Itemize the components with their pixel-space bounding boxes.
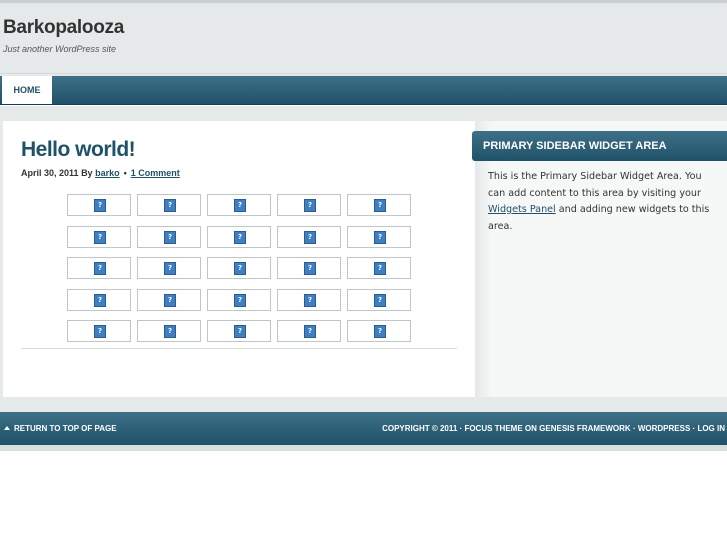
broken-image-icon: ? <box>304 262 316 275</box>
gallery-thumbnail[interactable]: ? <box>347 226 411 248</box>
broken-image-icon: ? <box>374 294 386 307</box>
gallery-thumbnail[interactable]: ? <box>277 194 341 216</box>
broken-image-icon: ? <box>374 199 386 212</box>
broken-image-icon: ? <box>94 325 106 338</box>
broken-image-icon: ? <box>234 325 246 338</box>
gallery-thumbnail[interactable]: ? <box>207 257 271 279</box>
broken-image-icon: ? <box>234 262 246 275</box>
return-to-top-label: RETURN TO TOP OF PAGE <box>14 424 117 433</box>
main-nav: HOME <box>0 76 727 105</box>
broken-image-icon: ? <box>164 199 176 212</box>
arrow-up-icon <box>4 426 10 430</box>
post-author-link[interactable]: barko <box>95 168 120 178</box>
broken-image-icon: ? <box>94 199 106 212</box>
broken-image-icon: ? <box>164 325 176 338</box>
copyright-text: COPYRIGHT © 2011 · <box>382 424 463 433</box>
footer-sep-1: · <box>632 424 636 433</box>
gallery-thumbnail[interactable]: ? <box>207 320 271 342</box>
gallery-thumbnail[interactable]: ? <box>137 226 201 248</box>
post-meta: April 30, 2011 By barko • 1 Comment <box>21 168 180 178</box>
broken-image-icon: ? <box>374 262 386 275</box>
widget-header: PRIMARY SIDEBAR WIDGET AREA <box>472 131 727 161</box>
broken-image-icon: ? <box>304 199 316 212</box>
widget-title: PRIMARY SIDEBAR WIDGET AREA <box>483 140 667 152</box>
widgets-panel-link[interactable]: Widgets Panel <box>488 204 556 215</box>
gallery-thumbnail[interactable]: ? <box>347 257 411 279</box>
footer-credits: COPYRIGHT © 2011 · FOCUS THEME ON GENESI… <box>382 424 725 433</box>
widget-text: This is the Primary Sidebar Widget Area.… <box>488 169 714 235</box>
widget-text-before: This is the Primary Sidebar Widget Area.… <box>488 171 702 199</box>
site-footer: RETURN TO TOP OF PAGE COPYRIGHT © 2011 ·… <box>0 412 727 445</box>
broken-image-icon: ? <box>234 199 246 212</box>
gallery-thumbnail[interactable]: ? <box>67 226 131 248</box>
gallery-thumbnail[interactable]: ? <box>347 320 411 342</box>
broken-image-icon: ? <box>234 231 246 244</box>
broken-image-icon: ? <box>94 231 106 244</box>
gallery-thumbnail[interactable]: ? <box>67 194 131 216</box>
gallery-thumbnail[interactable]: ? <box>137 320 201 342</box>
login-link[interactable]: LOG IN <box>697 424 725 433</box>
post-date: April 30, 2011 <box>21 168 79 178</box>
post-divider <box>21 348 457 349</box>
gallery-thumbnail[interactable]: ? <box>137 194 201 216</box>
gallery-thumbnail[interactable]: ? <box>207 226 271 248</box>
broken-image-icon: ? <box>164 262 176 275</box>
footer-gap <box>0 397 727 412</box>
gallery-thumbnail[interactable]: ? <box>277 289 341 311</box>
broken-image-icon: ? <box>94 294 106 307</box>
framework-link[interactable]: GENESIS FRAMEWORK <box>539 424 631 433</box>
broken-image-icon: ? <box>374 325 386 338</box>
broken-image-icon: ? <box>374 231 386 244</box>
gallery-thumbnail[interactable]: ? <box>207 194 271 216</box>
broken-image-icon: ? <box>304 294 316 307</box>
broken-image-icon: ? <box>304 231 316 244</box>
gallery-thumbnail[interactable]: ? <box>277 226 341 248</box>
site-header: Barkopalooza Just another WordPress site <box>0 3 727 74</box>
bottom-border <box>0 445 727 451</box>
gallery-thumbnail[interactable]: ? <box>347 194 411 216</box>
broken-image-icon: ? <box>304 325 316 338</box>
site-title[interactable]: Barkopalooza <box>3 17 124 39</box>
broken-image-icon: ? <box>234 294 246 307</box>
footer-sep-2: · <box>692 424 696 433</box>
wordpress-link[interactable]: WORDPRESS <box>638 424 690 433</box>
gallery-thumbnail[interactable]: ? <box>207 289 271 311</box>
gallery-thumbnail[interactable]: ? <box>67 289 131 311</box>
meta-separator: • <box>123 168 127 178</box>
gallery-thumbnail[interactable]: ? <box>137 289 201 311</box>
broken-image-icon: ? <box>164 294 176 307</box>
return-to-top-link[interactable]: RETURN TO TOP OF PAGE <box>4 424 117 433</box>
gallery-thumbnail[interactable]: ? <box>67 257 131 279</box>
gallery-thumbnail[interactable]: ? <box>277 320 341 342</box>
primary-sidebar <box>478 121 727 397</box>
gallery-thumbnail[interactable]: ? <box>137 257 201 279</box>
theme-link[interactable]: FOCUS THEME <box>464 424 522 433</box>
gallery-thumbnail[interactable]: ? <box>67 320 131 342</box>
post-by-label: By <box>81 168 93 178</box>
post-comments-link[interactable]: 1 Comment <box>131 168 180 178</box>
on-label: ON <box>524 424 537 433</box>
nav-item-home[interactable]: HOME <box>2 76 52 104</box>
broken-image-icon: ? <box>164 231 176 244</box>
broken-image-icon: ? <box>94 262 106 275</box>
site-description: Just another WordPress site <box>3 44 117 54</box>
gallery-thumbnail[interactable]: ? <box>277 257 341 279</box>
gallery-thumbnail[interactable]: ? <box>347 289 411 311</box>
post-title[interactable]: Hello world! <box>21 138 136 162</box>
